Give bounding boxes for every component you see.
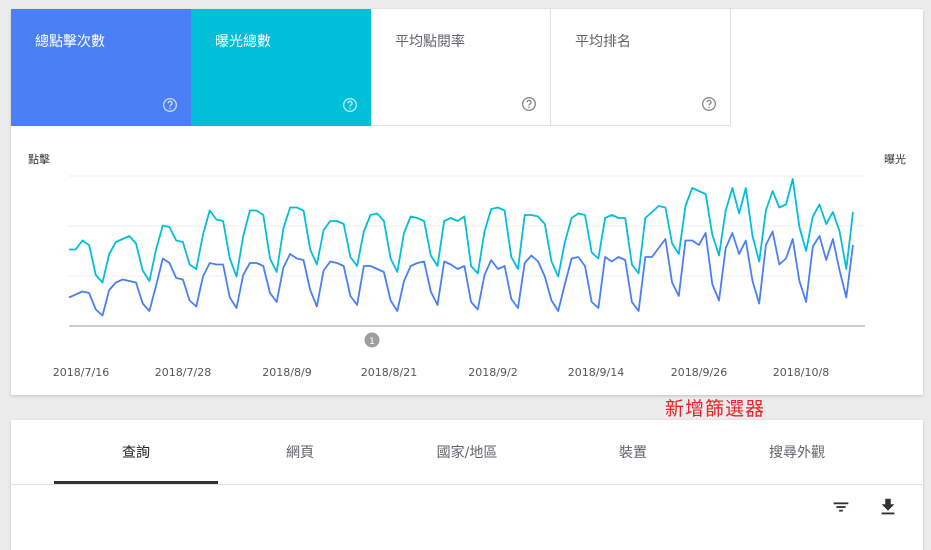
- download-icon[interactable]: [877, 496, 899, 518]
- performance-card: 總點擊次數 曝光總數 平均點閱率 平均排名 點擊 曝光 2018/7/16 20…: [11, 9, 923, 395]
- x-tick-label: 2018/7/16: [53, 366, 109, 379]
- chart-annotation-marker[interactable]: 1: [364, 332, 380, 348]
- tab-divider: [11, 484, 923, 485]
- help-icon[interactable]: [342, 97, 358, 113]
- x-tick-label: 2018/9/2: [468, 366, 517, 379]
- help-icon[interactable]: [521, 96, 537, 112]
- tab-pages[interactable]: 網頁: [218, 420, 382, 484]
- x-tick-label: 2018/10/8: [773, 366, 829, 379]
- x-tick-label: 2018/8/9: [262, 366, 311, 379]
- tab-queries[interactable]: 查詢: [54, 420, 218, 484]
- help-icon[interactable]: [701, 96, 717, 112]
- add-filter-annotation: 新增篩選器: [665, 398, 766, 420]
- performance-chart: 2018/7/16 2018/7/28 2018/8/9 2018/8/21 2018/…: [53, 175, 865, 379]
- x-tick-label: 2018/7/28: [155, 366, 211, 379]
- help-icon[interactable]: [162, 97, 178, 113]
- metric-total-impressions[interactable]: 曝光總數: [191, 9, 371, 126]
- dimension-tabs-card: 查詢 網頁 國家/地區 裝置 搜尋外觀: [11, 420, 923, 550]
- x-tick-label: 2018/9/26: [671, 366, 727, 379]
- metric-total-clicks-label: 總點擊次數: [35, 34, 105, 50]
- x-tick-label: 2018/8/21: [361, 366, 417, 379]
- metric-average-position-label: 平均排名: [575, 34, 631, 50]
- x-tick-label: 2018/9/14: [568, 366, 624, 379]
- metric-average-position[interactable]: 平均排名: [551, 9, 731, 126]
- tab-countries[interactable]: 國家/地區: [385, 420, 549, 484]
- metric-average-ctr-label: 平均點閱率: [395, 34, 465, 50]
- metric-total-impressions-label: 曝光總數: [215, 34, 271, 50]
- tab-devices[interactable]: 裝置: [551, 420, 715, 484]
- series-line: [68, 230, 854, 317]
- metric-average-ctr[interactable]: 平均點閱率: [371, 9, 551, 126]
- filter-icon[interactable]: [830, 496, 852, 518]
- tab-search-appearance[interactable]: 搜尋外觀: [715, 420, 879, 484]
- annotation-marker-label: 1: [369, 337, 375, 347]
- metric-total-clicks[interactable]: 總點擊次數: [11, 9, 191, 126]
